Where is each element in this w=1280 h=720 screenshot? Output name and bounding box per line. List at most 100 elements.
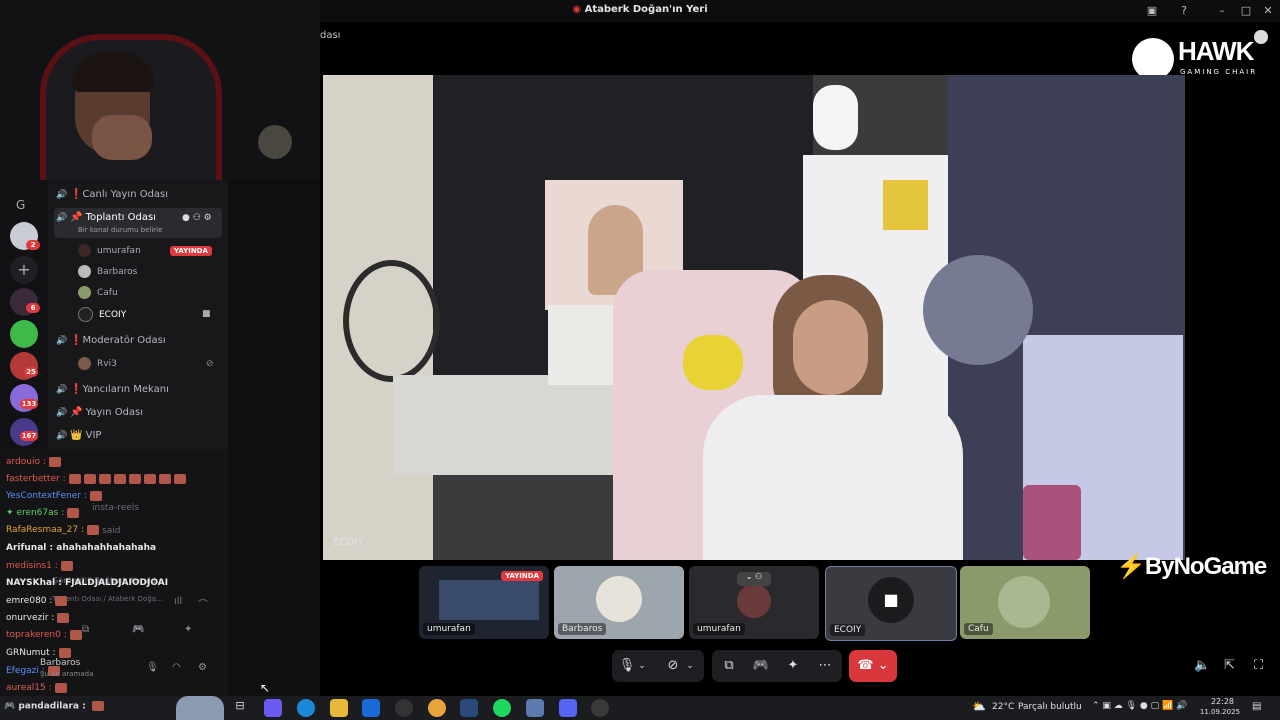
- avatar: [78, 286, 91, 299]
- tumbler-cup: [1023, 485, 1081, 560]
- webcam-hair: [72, 52, 154, 92]
- participant-tile[interactable]: Cafu: [960, 566, 1090, 639]
- channel-header: dası: [320, 30, 341, 41]
- emote-icon: [68, 473, 81, 484]
- volume-icon[interactable]: 🔈: [1194, 658, 1210, 673]
- weather-icon: ⛅: [972, 700, 986, 713]
- member-item[interactable]: Cafu: [78, 284, 118, 302]
- channel-canli-yayin[interactable]: 🔊 ❗Canlı Yayın Odası: [56, 185, 222, 205]
- hawk-emblem-icon: [1132, 38, 1174, 80]
- copilot-icon[interactable]: [264, 699, 282, 717]
- current-user[interactable]: Barbaros: [40, 658, 80, 668]
- chat-line: onurvezir :: [6, 611, 70, 626]
- activity-icon[interactable]: 🎮: [746, 650, 776, 682]
- fan: [923, 255, 1033, 365]
- hangup-button[interactable]: ☎ ⌄: [849, 650, 897, 682]
- soundboard-icon[interactable]: ✦: [778, 650, 808, 682]
- avatar: [78, 244, 91, 257]
- person-face: [793, 300, 868, 395]
- speaker-icon: 🔊: [56, 408, 68, 418]
- gear-icon[interactable]: ⚙: [198, 662, 207, 673]
- maximize-button[interactable]: □: [1238, 3, 1254, 19]
- member-item[interactable]: umurafan: [78, 242, 141, 260]
- app-icon[interactable]: [526, 699, 544, 717]
- activity-icon[interactable]: 🎮: [132, 624, 144, 635]
- video-icon: ■: [202, 309, 211, 319]
- media-controls: 🎙 ⌄ ⊘ ⌄: [612, 650, 704, 682]
- channel-status[interactable]: Bir kanal durumu belirle: [78, 226, 162, 234]
- plush-yellow: [683, 335, 743, 390]
- chat-line: toprakeren0 :: [6, 628, 82, 643]
- tray-icons[interactable]: ⌃ ▣ ☁ 🎙 ● ▢ 📶 🔊: [1092, 701, 1187, 711]
- tile-options-icon[interactable]: ⌄ ⚇: [737, 572, 771, 586]
- microphone-icon[interactable]: 🎙: [146, 662, 159, 673]
- screen-share-icon[interactable]: ⧉: [714, 650, 744, 682]
- chat-line: emre080 :: [6, 594, 68, 609]
- emote-icon: [98, 473, 111, 484]
- avatar: [737, 584, 771, 618]
- participant-tile[interactable]: YAYINDA umurafan: [419, 566, 549, 639]
- spotify-icon[interactable]: [493, 699, 511, 717]
- minimize-button[interactable]: –: [1214, 3, 1230, 19]
- server-plus-icon[interactable]: +: [10, 256, 38, 284]
- chat-line: Arifunal : ahahahahhahahaha: [6, 543, 157, 553]
- channel-yancilar[interactable]: 🔊 ❗Yancıların Mekanı: [56, 380, 222, 400]
- popout-icon[interactable]: ⇱: [1224, 658, 1235, 673]
- soundboard-icon[interactable]: ✦: [184, 624, 192, 635]
- steam-icon[interactable]: [460, 699, 478, 717]
- taskbar-chat-line: 🎮 pandadilara :: [4, 701, 104, 712]
- server-badge: 2: [26, 240, 40, 250]
- server-g-icon[interactable]: G: [16, 198, 25, 212]
- participant-tile[interactable]: ⌄ ⚇ umurafan: [689, 566, 819, 639]
- main-video[interactable]: [323, 75, 1185, 560]
- plush-toy: [813, 85, 858, 150]
- member-item[interactable]: ECOIY: [78, 306, 126, 324]
- webcam-hand: [92, 115, 152, 160]
- help-icon[interactable]: ?: [1176, 3, 1192, 19]
- chrome-icon[interactable]: [428, 699, 446, 717]
- activity-controls: ⧉ 🎮 ✦ ⋯: [712, 650, 842, 682]
- channel-yayin[interactable]: 🔊 📌 Yayın Odası: [56, 403, 222, 423]
- user-panel: Barbaros Şu an aramada 🎙 ◠ ⚙: [0, 652, 228, 684]
- screen-icon[interactable]: ▣: [1144, 3, 1160, 19]
- chat-bubble-icon[interactable]: [1254, 30, 1268, 44]
- emote-icon: [173, 473, 186, 484]
- chevron-down-icon[interactable]: ⌄: [682, 650, 698, 682]
- member-item[interactable]: Barbaros: [78, 263, 137, 281]
- clock-time[interactable]: 22:28: [1204, 697, 1234, 706]
- emote-icon: [48, 456, 61, 467]
- headphones-icon[interactable]: ◠: [172, 662, 181, 673]
- channel-vip[interactable]: 🔊 👑 VIP: [56, 426, 222, 446]
- weather-desc[interactable]: Parçalı bulutlu: [1018, 702, 1082, 712]
- emote-icon: [91, 701, 104, 711]
- disconnect-icon[interactable]: ⌒: [198, 596, 208, 611]
- weather-temp[interactable]: 22°C: [992, 702, 1014, 712]
- start-widget-icon[interactable]: [176, 696, 224, 720]
- emote-icon: [87, 524, 100, 535]
- close-button[interactable]: ✕: [1260, 3, 1276, 19]
- clock-date[interactable]: 11.09.2025: [1192, 708, 1240, 716]
- edge-icon[interactable]: [297, 699, 315, 717]
- more-icon[interactable]: ⋯: [810, 650, 840, 682]
- notification-icon[interactable]: ▤: [1252, 701, 1261, 712]
- screen-share-icon[interactable]: ⧉: [82, 624, 89, 635]
- channel-settings-icon[interactable]: ● ⚇ ⚙: [182, 213, 212, 223]
- outlook-icon[interactable]: [362, 699, 380, 717]
- person-shirt: [703, 395, 963, 560]
- participant-tile[interactable]: ■ ECOIY: [825, 566, 957, 641]
- task-view-icon[interactable]: ⊟: [231, 699, 249, 717]
- emote-icon: [69, 629, 82, 640]
- server-icon[interactable]: [10, 320, 38, 348]
- chevron-down-icon[interactable]: ⌄: [634, 650, 650, 682]
- member-item[interactable]: Rvi3: [78, 355, 117, 373]
- ring-light: [343, 260, 440, 382]
- channel-moderator[interactable]: 🔊 ❗Moderatör Odası: [56, 331, 222, 351]
- emote-icon: [57, 612, 70, 623]
- xbox-icon[interactable]: [395, 699, 413, 717]
- participant-tile[interactable]: Barbaros: [554, 566, 684, 639]
- explorer-icon[interactable]: [330, 699, 348, 717]
- fullscreen-icon[interactable]: ⛶: [1254, 658, 1263, 673]
- obs-icon[interactable]: [591, 699, 609, 717]
- emote-icon: [54, 682, 67, 693]
- discord-icon[interactable]: [559, 699, 577, 717]
